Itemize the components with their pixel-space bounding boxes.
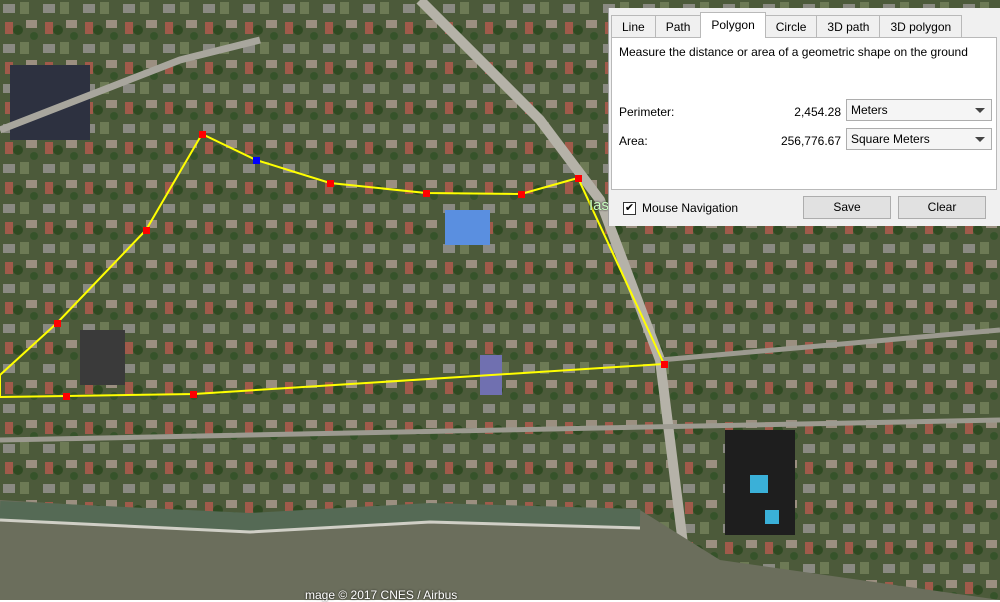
tab-3d-polygon[interactable]: 3D polygon [879, 15, 963, 37]
perimeter-value: 2,454.28 [794, 105, 841, 119]
perimeter-unit-select[interactable]: Meters [846, 99, 992, 121]
area-unit-select[interactable]: Square Meters [846, 128, 992, 150]
map-place-label: Ias [589, 197, 610, 214]
polygon-vertex[interactable] [63, 393, 70, 400]
polygon-vertex[interactable] [327, 180, 334, 187]
clear-button[interactable]: Clear [898, 196, 986, 219]
perimeter-label: Perimeter: [619, 105, 675, 119]
perimeter-unit-value: Meters [851, 103, 888, 117]
polygon-panel: Measure the distance or area of a geomet… [611, 37, 997, 190]
polygon-vertex[interactable] [423, 190, 430, 197]
polygon-vertex[interactable] [575, 175, 582, 182]
area-unit-value: Square Meters [851, 132, 930, 146]
area-value: 256,776.67 [780, 134, 841, 148]
tab-line[interactable]: Line [611, 15, 656, 37]
checkmark-icon[interactable]: ✔ [623, 201, 636, 215]
polygon-vertex[interactable] [199, 131, 206, 138]
measure-tabs: Line Path Polygon Circle 3D path 3D poly… [611, 12, 963, 38]
mouse-navigation-checkbox[interactable]: ✔ Mouse Navigation [623, 201, 738, 215]
polygon-vertex-selected[interactable] [253, 157, 260, 164]
polygon-vertex[interactable] [661, 361, 668, 368]
tab-3d-path[interactable]: 3D path [816, 15, 881, 37]
polygon-vertex[interactable] [54, 320, 61, 327]
area-label: Area: [619, 134, 648, 148]
polygon-vertex[interactable] [190, 391, 197, 398]
mouse-navigation-label: Mouse Navigation [642, 201, 739, 215]
save-button[interactable]: Save [803, 196, 891, 219]
tab-polygon[interactable]: Polygon [700, 12, 766, 38]
measure-dialog: Line Path Polygon Circle 3D path 3D poly… [608, 8, 1000, 226]
chevron-down-icon [975, 108, 985, 113]
measure-description: Measure the distance or area of a geomet… [619, 45, 968, 59]
polygon-vertex[interactable] [143, 227, 150, 234]
tab-circle[interactable]: Circle [764, 15, 818, 37]
chevron-down-icon [975, 137, 985, 142]
tab-path[interactable]: Path [654, 15, 702, 37]
polygon-vertex[interactable] [518, 191, 525, 198]
